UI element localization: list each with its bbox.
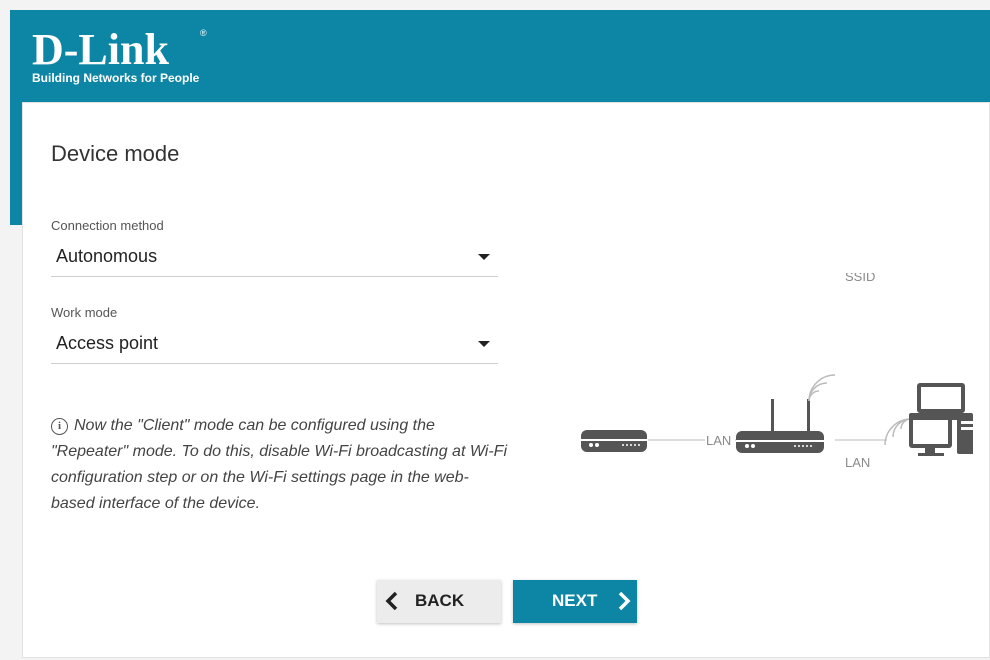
info-icon: i (51, 418, 68, 435)
back-button[interactable]: BACK (377, 580, 501, 623)
chevron-left-icon (385, 591, 398, 611)
connection-method-label: Connection method (51, 218, 164, 233)
work-mode-value: Access point (56, 333, 159, 353)
chevron-down-icon (478, 341, 490, 347)
work-mode-select[interactable]: Access point (51, 325, 498, 364)
back-button-label: BACK (415, 591, 465, 610)
info-note-text: Now the "Client" mode can be configured … (51, 417, 508, 512)
page-title: Device mode (51, 141, 180, 166)
chevron-down-icon (478, 254, 490, 260)
connection-method-select[interactable]: Autonomous (51, 238, 498, 277)
lan-label-left: LAN (706, 433, 731, 448)
connection-method-value: Autonomous (56, 246, 158, 266)
router-icon (736, 399, 824, 453)
info-note: i Now the "Client" mode can be configured… (51, 413, 511, 517)
registered-mark: ® (200, 28, 207, 38)
logo-tagline: Building Networks for People (32, 71, 200, 85)
desktop-computer-icon (909, 416, 973, 456)
chevron-right-icon (618, 591, 631, 611)
logo-text: D-Link (32, 25, 169, 74)
network-diagram: LAN LAN SSID (581, 273, 973, 470)
modem-icon (581, 430, 647, 452)
next-button-label: NEXT (552, 591, 598, 610)
ssid-label: SSID (845, 273, 875, 284)
dlink-logo: D-Link ® Building Networks for People (32, 25, 207, 86)
lan-label-right: LAN (845, 455, 870, 470)
wifi-signal-icon (808, 374, 836, 402)
next-button[interactable]: NEXT (513, 580, 637, 623)
wifi-signal-icon (884, 418, 912, 446)
work-mode-label: Work mode (51, 305, 118, 320)
laptop-icon (909, 383, 973, 420)
wizard-card: Device mode Connection method Autonomous… (22, 102, 990, 658)
